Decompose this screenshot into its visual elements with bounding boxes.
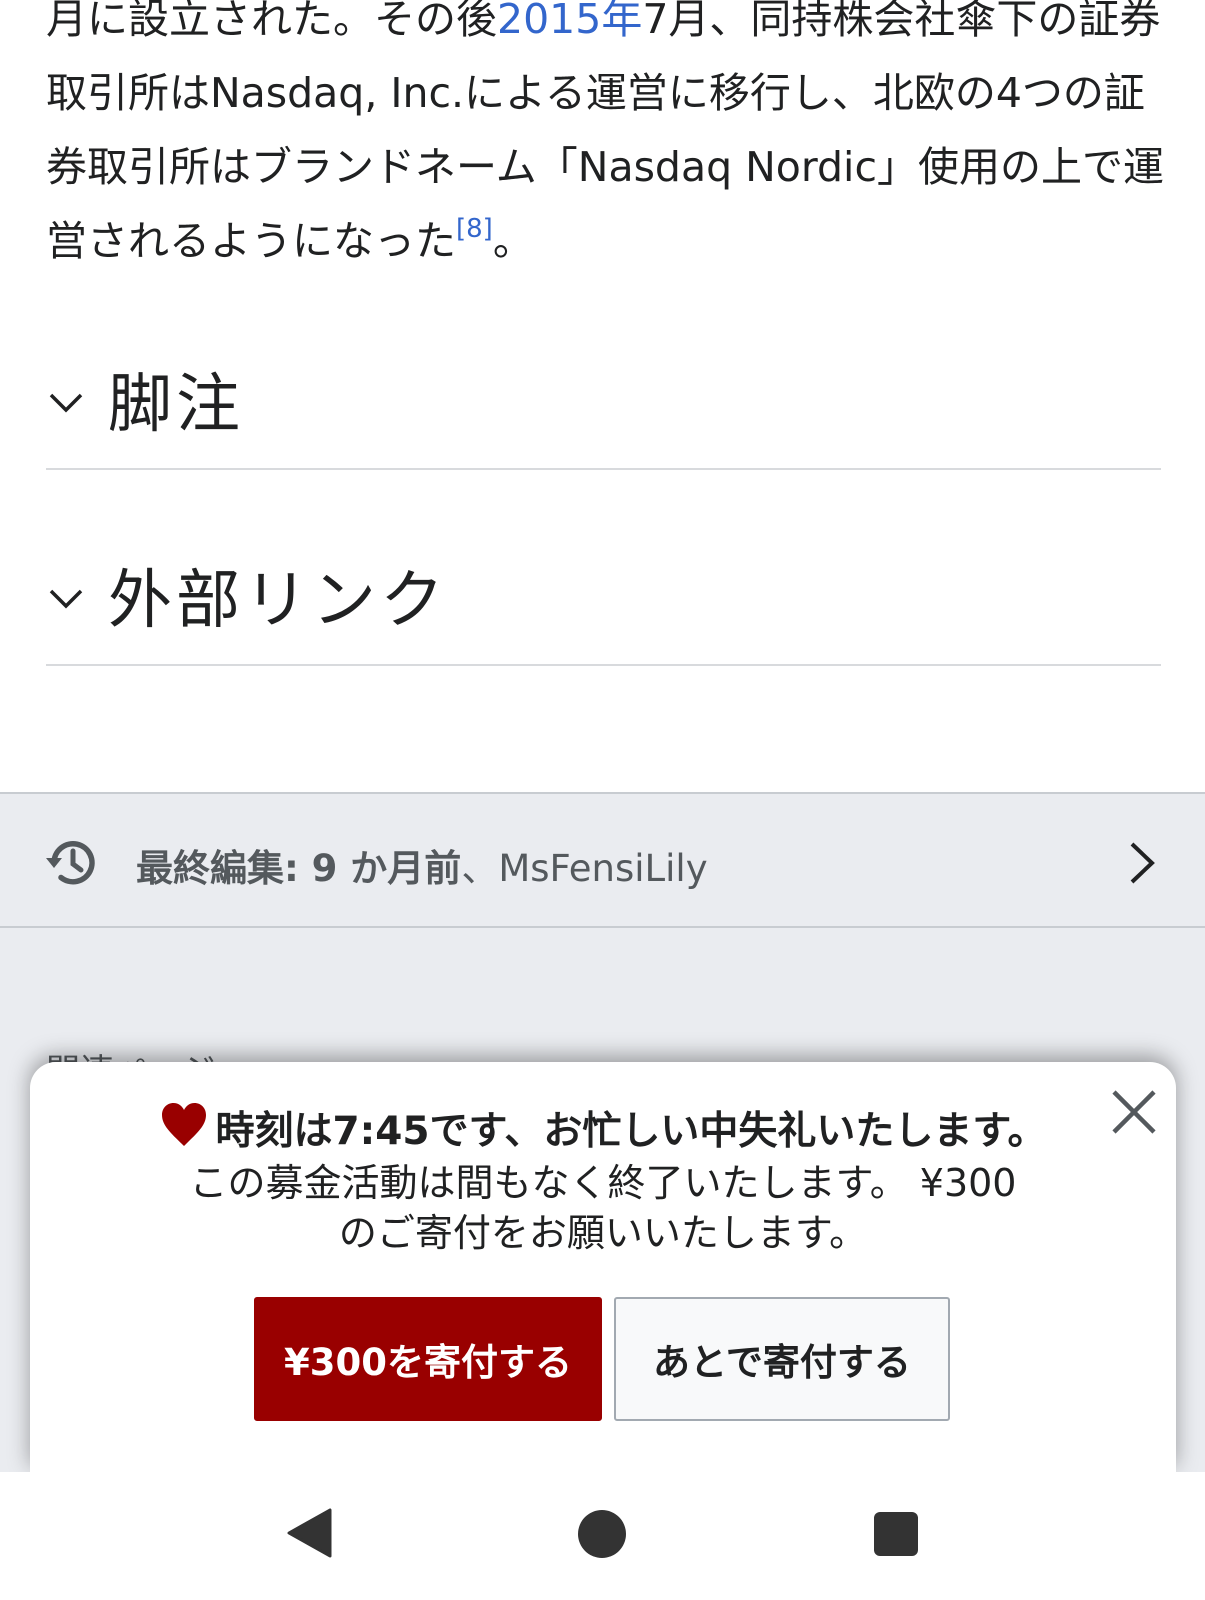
recent-apps-icon[interactable] [874,1512,918,1556]
last-edited-label: 最終編集: 9 か月前 [136,847,462,890]
chevron-right-icon [1130,842,1155,884]
section-title: 脚注 [108,368,244,442]
banner-body-line1: この募金活動は間もなく終了いたします。 ¥300 [189,1161,1017,1205]
banner-body-line2: のご寄付をお願いいたします。 [338,1211,868,1255]
paragraph-text: 月に設立された。その後 [46,0,497,43]
last-edited-text: 最終編集: 9 か月前、MsFensiLily [136,838,708,892]
reference-8[interactable]: [8] [456,214,493,244]
link-2015[interactable]: 2015年 [497,0,642,43]
donate-button[interactable]: ¥300を寄付する [254,1297,602,1421]
donation-banner: 時刻は7:45です、お忙しい中失礼いたします。 この募金活動は間もなく終了いたし… [30,1062,1176,1472]
section-external-links[interactable]: 外部リンク [46,526,1161,666]
paragraph-text: 。 [492,217,534,265]
section-footnotes[interactable]: 脚注 [46,330,1161,470]
chevron-down-icon [49,589,83,609]
banner-message: 時刻は7:45です、お忙しい中失礼いたします。 この募金活動は間もなく終了いたし… [30,1102,1176,1258]
banner-headline-row: 時刻は7:45です、お忙しい中失礼いたします。 [30,1102,1176,1158]
chevron-down-icon [49,393,83,413]
history-icon [46,841,95,885]
banner-headline: 時刻は7:45です、お忙しい中失礼いたします。 [215,1109,1047,1154]
article-paragraph: 月に設立された。その後2015年7月、同持株会社傘下の証券取引所はNasdaq,… [46,0,1166,278]
system-nav-bar [0,1472,1205,1600]
article-body: 月に設立された。その後2015年7月、同持株会社傘下の証券取引所はNasdaq,… [46,0,1166,278]
section-title: 外部リンク [108,564,448,638]
separator: 、 [461,847,499,890]
last-editor-user: MsFensiLily [498,847,708,890]
home-icon[interactable] [578,1510,626,1558]
last-edited-bar[interactable]: 最終編集: 9 か月前、MsFensiLily [0,792,1205,928]
heart-icon [161,1103,206,1146]
back-icon[interactable] [286,1508,332,1558]
banner-buttons: ¥300を寄付する あとで寄付する [254,1297,950,1421]
donate-later-button[interactable]: あとで寄付する [614,1297,950,1421]
